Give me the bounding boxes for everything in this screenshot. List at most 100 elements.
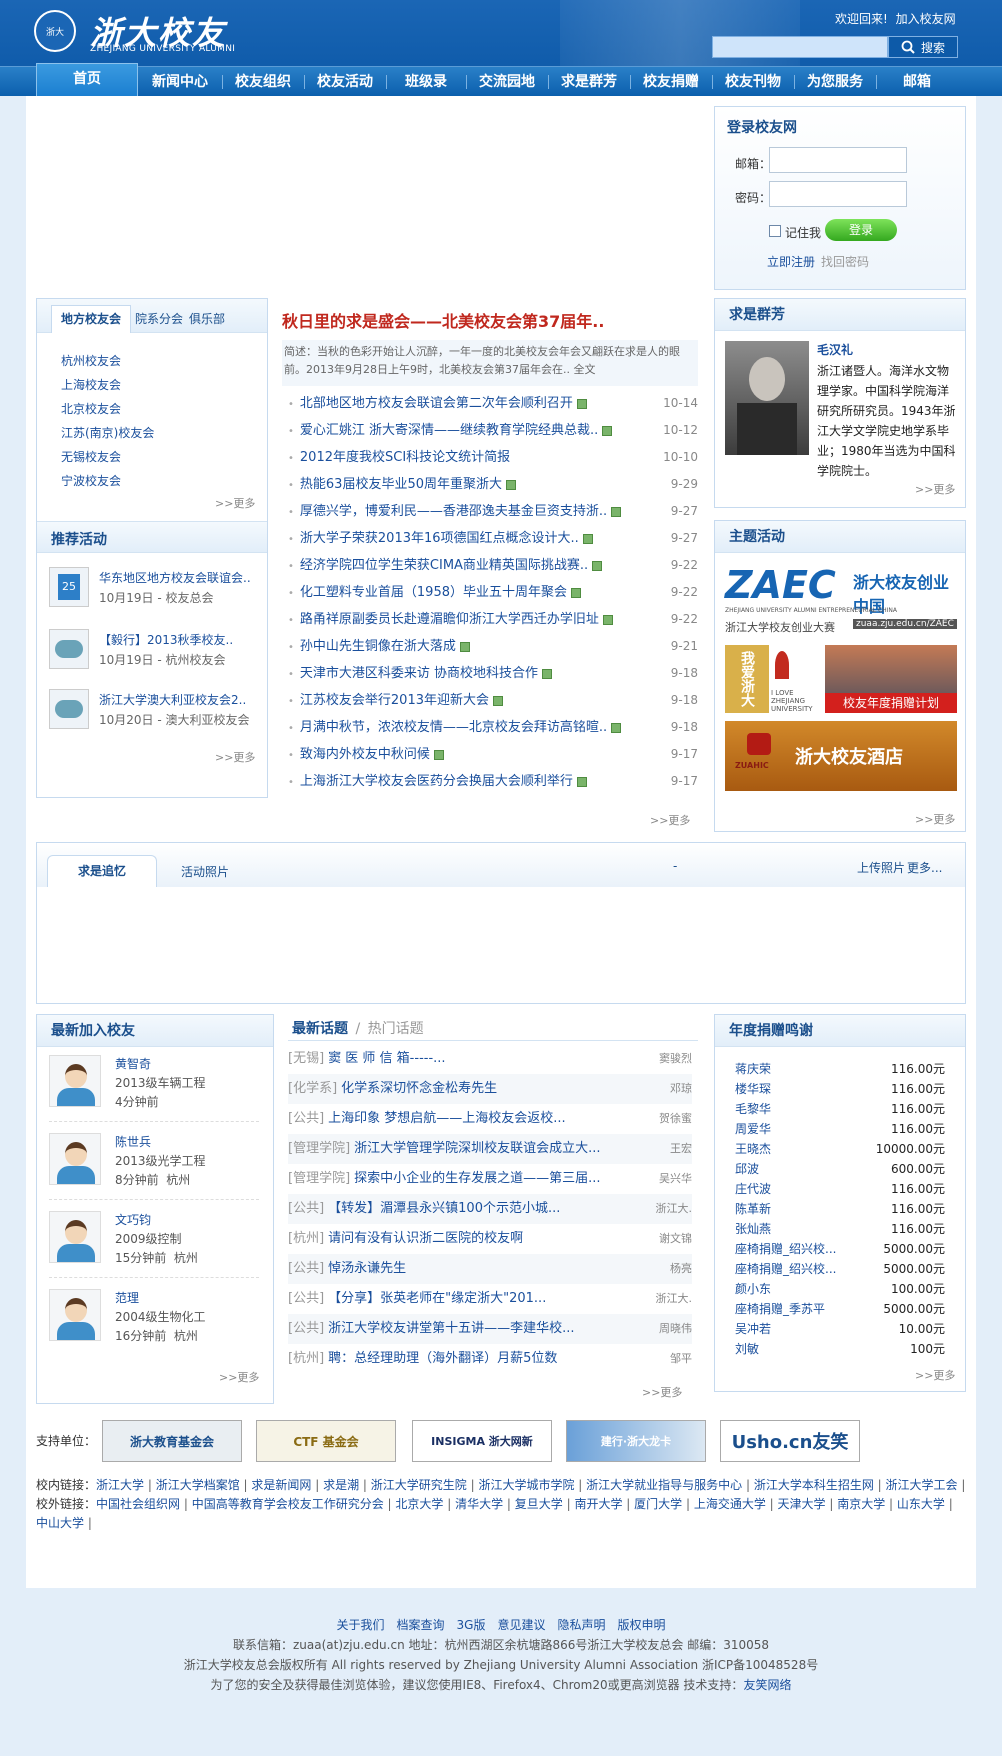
tab-departments[interactable]: 院系分会 bbox=[135, 310, 183, 327]
nav-services[interactable]: 为您服务 bbox=[794, 67, 876, 96]
news-item[interactable]: • 经济学院四位学生荣获CIMA商业精英国际挑战赛.. 9-22 bbox=[288, 552, 698, 579]
sponsor-logo[interactable]: CTF 基金会 bbox=[256, 1420, 396, 1462]
news-item[interactable]: • 热能63届校友毕业50周年重聚浙大 9-29 bbox=[288, 471, 698, 498]
friend-link[interactable]: 厦门大学 bbox=[634, 1497, 682, 1511]
forgot-password-link[interactable]: 找回密码 bbox=[821, 253, 869, 270]
footer-link[interactable]: 关于我们 bbox=[336, 1618, 384, 1632]
tab-clubs[interactable]: 俱乐部 bbox=[189, 310, 225, 327]
register-link[interactable]: 立即注册 bbox=[767, 253, 815, 270]
topic-category[interactable]: [公共] bbox=[288, 1291, 324, 1306]
news-item[interactable]: • 上海浙江大学校友会医药分会换届大会顺利举行 9-17 bbox=[288, 768, 698, 795]
topic-title[interactable]: 悼汤永谦先生 bbox=[328, 1261, 406, 1276]
member-name[interactable]: 文巧钧 bbox=[115, 1211, 151, 1228]
news-title[interactable]: 浙大学子荣获2013年16项德国红点概念设计大.. bbox=[300, 531, 579, 546]
news-item[interactable]: • 江苏校友会举行2013年迎新大会 9-18 bbox=[288, 687, 698, 714]
nav-forum[interactable]: 交流园地 bbox=[466, 67, 548, 96]
friend-link[interactable]: 上海交通大学 bbox=[694, 1497, 766, 1511]
news-item[interactable]: • 月满中秋节，浓浓校友情——北京校友会拜访高铭暄.. 9-18 bbox=[288, 714, 698, 741]
qiushi-more-link[interactable]: >>更多 bbox=[915, 481, 955, 497]
nav-organizations[interactable]: 校友组织 bbox=[222, 67, 304, 96]
news-title[interactable]: 厚德兴学，博爱利民——香港邵逸夫基金巨资支持浙.. bbox=[300, 504, 607, 519]
topic-row[interactable]: [无锡] 窦 医 师 信 箱-----... 窦骏烈 bbox=[288, 1044, 692, 1074]
donor-name[interactable]: 颜小东 bbox=[735, 1282, 771, 1296]
topic-category[interactable]: [杭州] bbox=[288, 1231, 324, 1246]
password-field[interactable] bbox=[769, 181, 907, 207]
nav-donation[interactable]: 校友捐赠 bbox=[630, 67, 712, 96]
news-item[interactable]: • 厚德兴学，博爱利民——香港邵逸夫基金巨资支持浙.. 9-27 bbox=[288, 498, 698, 525]
person-name[interactable]: 毛汉礼 bbox=[817, 341, 853, 358]
topic-category[interactable]: [杭州] bbox=[288, 1351, 324, 1366]
friend-link[interactable]: 复旦大学 bbox=[515, 1497, 563, 1511]
friend-link[interactable]: 清华大学 bbox=[455, 1497, 503, 1511]
sponsor-logo[interactable]: 建行·浙大龙卡 bbox=[566, 1420, 706, 1462]
topic-row[interactable]: [管理学院] 浙江大学管理学院深圳校友联谊会成立大... 王宏 bbox=[288, 1134, 692, 1164]
news-more-link[interactable]: >>更多 bbox=[650, 812, 690, 828]
news-item[interactable]: • 2012年度我校SCI科技论文统计简报 10-10 bbox=[288, 444, 698, 471]
search-input[interactable] bbox=[712, 36, 888, 58]
sponsor-logo[interactable]: Usho.cn友笑 bbox=[720, 1420, 860, 1462]
donor-name[interactable]: 周爱华 bbox=[735, 1122, 771, 1136]
topic-author[interactable]: 谢文锦 bbox=[659, 1224, 692, 1254]
news-item[interactable]: • 化工塑料专业首届（1958）毕业五十周年聚会 9-22 bbox=[288, 579, 698, 606]
topic-category[interactable]: [公共] bbox=[288, 1321, 324, 1336]
topic-title[interactable]: 浙江大学管理学院深圳校友联谊会成立大... bbox=[354, 1141, 600, 1156]
tab-hot-topics[interactable]: 热门话题 bbox=[368, 1021, 424, 1037]
topic-author[interactable]: 杨亮 bbox=[670, 1254, 692, 1284]
topic-row[interactable]: [化学系] 化学系深切怀念金松寿先生 邓琼 bbox=[288, 1074, 692, 1104]
topic-row[interactable]: [杭州] 请问有没有认识浙二医院的校友啊 谢文锦 bbox=[288, 1224, 692, 1254]
portrait-photo[interactable] bbox=[725, 341, 809, 455]
email-field[interactable] bbox=[769, 147, 907, 173]
news-title[interactable]: 2012年度我校SCI科技论文统计简报 bbox=[300, 450, 510, 465]
topic-row[interactable]: [杭州] 聘：总经理助理（海外翻译）月薪5位数 邹平 bbox=[288, 1344, 692, 1374]
friend-link[interactable]: 浙江大学研究生院 bbox=[371, 1478, 467, 1492]
topic-title[interactable]: 上海印象 梦想启航——上海校友会返校... bbox=[328, 1111, 566, 1126]
news-item[interactable]: • 天津市大港区科委来访 协商校地科技合作 9-18 bbox=[288, 660, 698, 687]
news-title[interactable]: 孙中山先生铜像在浙大落成 bbox=[300, 639, 456, 654]
news-title[interactable]: 致海内外校友中秋问候 bbox=[300, 747, 430, 762]
login-button[interactable]: 登录 bbox=[825, 219, 897, 241]
friend-link[interactable]: 浙江大学就业指导与服务中心 bbox=[586, 1478, 742, 1492]
friend-link[interactable]: 南开大学 bbox=[574, 1497, 622, 1511]
topic-row[interactable]: [公共] 【转发】湄潭县永兴镇100个示范小城... 浙江大. bbox=[288, 1194, 692, 1224]
headline-title[interactable]: 秋日里的求是盛会——北美校友会第37届年.. bbox=[282, 308, 604, 332]
friend-link[interactable]: 中国社会组织网 bbox=[96, 1497, 180, 1511]
nav-mail[interactable]: 邮箱 bbox=[876, 67, 958, 96]
topic-category[interactable]: [管理学院] bbox=[288, 1141, 350, 1156]
friend-link[interactable]: 天津大学 bbox=[778, 1497, 826, 1511]
list-item[interactable]: 无锡校友会 bbox=[61, 445, 154, 469]
topic-title[interactable]: 聘：总经理助理（海外翻译）月薪5位数 bbox=[328, 1351, 557, 1366]
tab-latest-topics[interactable]: 最新话题 bbox=[292, 1021, 348, 1037]
topic-author[interactable]: 窦骏烈 bbox=[659, 1044, 692, 1074]
footer-link[interactable]: 隐私声明 bbox=[557, 1618, 605, 1632]
news-item[interactable]: • 浙大学子荣获2013年16项德国红点概念设计大.. 9-27 bbox=[288, 525, 698, 552]
local-more-link[interactable]: >>更多 bbox=[215, 495, 255, 511]
upload-photo-link[interactable]: 上传照片 bbox=[857, 859, 905, 876]
topic-author[interactable]: 邹平 bbox=[670, 1344, 692, 1374]
topic-author[interactable]: 吴兴华 bbox=[659, 1164, 692, 1194]
news-title[interactable]: 经济学院四位学生荣获CIMA商业精英国际挑战赛.. bbox=[300, 558, 588, 573]
search-button[interactable]: 搜索 bbox=[888, 36, 958, 58]
donor-name[interactable]: 刘敏 bbox=[735, 1342, 759, 1356]
topic-category[interactable]: [管理学院] bbox=[288, 1171, 350, 1186]
topic-row[interactable]: [公共] 上海印象 梦想启航——上海校友会返校... 贺徐蜜 bbox=[288, 1104, 692, 1134]
news-item[interactable]: • 孙中山先生铜像在浙大落成 9-21 bbox=[288, 633, 698, 660]
donor-name[interactable]: 座椅捐赠_季苏平 bbox=[735, 1302, 825, 1316]
recommend-item-title[interactable]: 浙江大学澳大利亚校友会2.. bbox=[99, 691, 246, 708]
sponsor-logo[interactable]: 浙大教育基金会 bbox=[102, 1420, 242, 1462]
friend-link[interactable]: 浙江大学工会 bbox=[886, 1478, 958, 1492]
topic-row[interactable]: [公共] 悼汤永谦先生 杨亮 bbox=[288, 1254, 692, 1284]
recommend-item-title[interactable]: 【毅行】2013秋季校友.. bbox=[99, 631, 233, 648]
news-title[interactable]: 化工塑料专业首届（1958）毕业五十周年聚会 bbox=[300, 585, 567, 600]
topic-row[interactable]: [公共] 【分享】张英老师在"缘定浙大"201... 浙江大. bbox=[288, 1284, 692, 1314]
topic-category[interactable]: [无锡] bbox=[288, 1051, 324, 1066]
topics-more-link[interactable]: >>更多 bbox=[642, 1384, 682, 1400]
friend-link[interactable]: 求是潮 bbox=[323, 1478, 359, 1492]
footer-link[interactable]: 3G版 bbox=[457, 1618, 486, 1632]
nav-news[interactable]: 新闻中心 bbox=[138, 67, 222, 96]
donations-more-link[interactable]: >>更多 bbox=[915, 1367, 955, 1383]
topic-row[interactable]: [公共] 浙江大学校友讲堂第十五讲——李建华校... 周晓伟 bbox=[288, 1314, 692, 1344]
tab-memories[interactable]: 求是追忆 bbox=[47, 855, 157, 887]
remember-checkbox[interactable] bbox=[769, 225, 781, 237]
topic-category[interactable]: [公共] bbox=[288, 1201, 324, 1216]
nav-publications[interactable]: 校友刊物 bbox=[712, 67, 794, 96]
